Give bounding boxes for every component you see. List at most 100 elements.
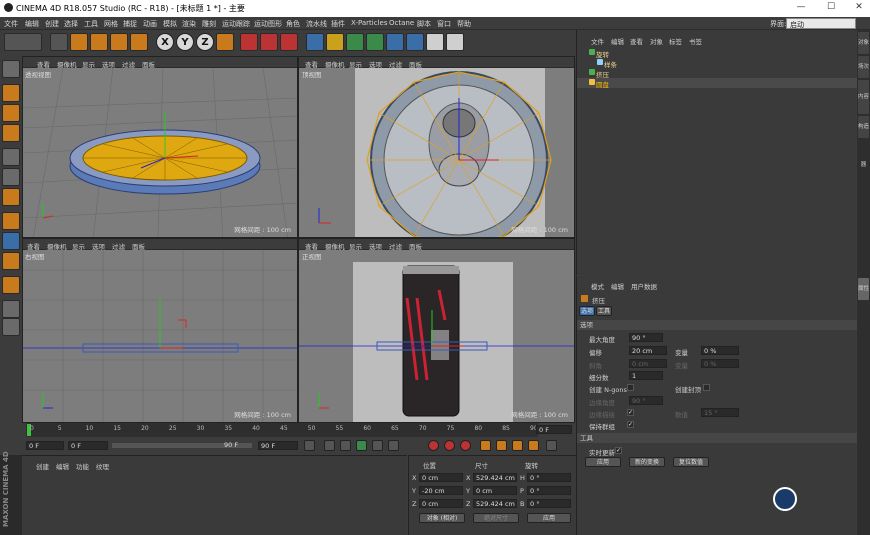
object-row[interactable]: 旋转 xyxy=(577,48,857,59)
tweak-mode-icon[interactable] xyxy=(2,232,20,250)
locked-workplane-icon[interactable] xyxy=(2,300,20,318)
keyframe-selection-icon[interactable] xyxy=(460,440,471,451)
om-menu-objects[interactable]: 对象 xyxy=(650,36,663,46)
om-menu-file[interactable]: 文件 xyxy=(591,36,604,46)
snap-icon[interactable] xyxy=(2,252,20,270)
x-axis-lock-icon[interactable]: X xyxy=(156,33,174,51)
viewport-right[interactable]: 查看 摄像机 显示 选项 过滤 面板 右视图 网格间距 : 100 cm xyxy=(22,238,298,423)
count-field[interactable]: 15 ° xyxy=(701,408,739,417)
play-icon[interactable] xyxy=(356,440,367,451)
model-mode-icon[interactable] xyxy=(2,84,20,102)
menu-tools[interactable]: 工具 xyxy=(84,19,98,29)
pos-z-field[interactable]: 0 cm xyxy=(419,499,463,508)
texture-mode-icon[interactable] xyxy=(2,104,20,122)
end-frame-field[interactable]: 90 F xyxy=(258,441,298,450)
rot-b-field[interactable]: 0 ° xyxy=(527,499,571,508)
bevel-field[interactable]: 0 cm xyxy=(629,359,667,368)
menu-edit[interactable]: 编辑 xyxy=(25,19,39,29)
new-transform-button[interactable]: 新的变换 xyxy=(629,457,665,467)
make-editable-icon[interactable] xyxy=(2,60,20,78)
keep-groups-checkbox[interactable]: ✓ xyxy=(627,421,634,428)
om-menu-tags[interactable]: 标签 xyxy=(669,36,682,46)
record-icon[interactable] xyxy=(428,440,439,451)
pos-y-field[interactable]: -20 cm xyxy=(419,486,463,495)
scale-tool-icon[interactable] xyxy=(90,33,108,51)
polygons-mode-icon[interactable] xyxy=(2,188,20,206)
apply-button[interactable]: 应用 xyxy=(585,457,621,467)
reset-values-button[interactable]: 复位数值 xyxy=(673,457,709,467)
key-param-icon[interactable] xyxy=(528,440,539,451)
workplane-mode-icon[interactable] xyxy=(2,124,20,142)
menu-plugins[interactable]: 插件 xyxy=(331,19,345,29)
points-mode-icon[interactable] xyxy=(2,148,20,166)
render-settings-icon[interactable] xyxy=(280,33,298,51)
edge-phong-checkbox[interactable]: ✓ xyxy=(627,409,634,416)
key-scale-icon[interactable] xyxy=(496,440,507,451)
minimize-button[interactable]: — xyxy=(794,2,808,14)
undo-button[interactable] xyxy=(4,33,42,51)
prev-key-icon[interactable] xyxy=(324,440,335,451)
menu-select[interactable]: 选择 xyxy=(64,19,78,29)
am-menu-userdata[interactable]: 用户数据 xyxy=(631,281,657,291)
viewport-front[interactable]: 查看 摄像机 显示 选项 过滤 面板 正视图 网格间距 : 100 cm xyxy=(298,238,575,423)
current-frame-field[interactable]: 0 F xyxy=(536,425,572,434)
workplane-icon[interactable] xyxy=(2,276,20,294)
planar-workplane-icon[interactable] xyxy=(2,318,20,336)
tab-options[interactable]: 选项 xyxy=(579,306,595,316)
y-axis-lock-icon[interactable]: Y xyxy=(176,33,194,51)
menu-animate[interactable]: 动画 xyxy=(143,19,157,29)
menu-mograph[interactable]: 运动图形 xyxy=(254,19,282,29)
size-mode-select[interactable]: 绝对尺寸 xyxy=(473,513,519,523)
goto-end-icon[interactable] xyxy=(388,440,399,451)
menu-snap[interactable]: 捕捉 xyxy=(123,19,137,29)
mat-menu-create[interactable]: 创建 xyxy=(36,461,49,471)
om-menu-bookmarks[interactable]: 书签 xyxy=(689,36,702,46)
subdivision-icon[interactable] xyxy=(346,33,364,51)
menu-help[interactable]: 帮助 xyxy=(457,19,471,29)
menu-render[interactable]: 渲染 xyxy=(182,19,196,29)
min-frame-field[interactable]: 0 F xyxy=(68,441,108,450)
deformer-icon[interactable] xyxy=(386,33,404,51)
next-frame-icon[interactable] xyxy=(372,440,383,451)
coord-system-icon[interactable] xyxy=(216,33,234,51)
om-menu-view[interactable]: 查看 xyxy=(630,36,643,46)
z-axis-lock-icon[interactable]: Z xyxy=(196,33,214,51)
tab-tool[interactable]: 工具 xyxy=(596,306,612,316)
start-frame-field[interactable]: 0 F xyxy=(26,441,64,450)
offset-field[interactable]: 20 cm xyxy=(629,346,667,355)
key-position-icon[interactable] xyxy=(480,440,491,451)
rotate-tool-icon[interactable] xyxy=(110,33,128,51)
menu-file[interactable]: 文件 xyxy=(4,19,18,29)
am-menu-edit[interactable]: 编辑 xyxy=(611,281,624,291)
prev-frame-icon[interactable] xyxy=(340,440,351,451)
goto-start-icon[interactable] xyxy=(304,440,315,451)
close-button[interactable]: ✕ xyxy=(852,2,866,14)
menu-motion-tracker[interactable]: 运动跟踪 xyxy=(222,19,250,29)
recent-tool-icon[interactable] xyxy=(130,33,148,51)
menu-sculpt[interactable]: 雕刻 xyxy=(202,19,216,29)
mat-menu-edit[interactable]: 编辑 xyxy=(56,461,69,471)
tab-objects[interactable]: 对象 xyxy=(858,32,869,54)
layout-select[interactable]: 启动 xyxy=(786,18,856,29)
auto-key-icon[interactable] xyxy=(444,440,455,451)
object-row[interactable]: 挤压 xyxy=(577,68,857,79)
viewport-perspective[interactable]: 查看 摄像机 显示 选项 过滤 面板 透视视图 网格间距 : 100 cm xyxy=(22,56,298,238)
menu-script[interactable]: 脚本 xyxy=(417,19,431,29)
array-generator-icon[interactable] xyxy=(366,33,384,51)
create-caps-checkbox[interactable] xyxy=(703,384,710,391)
key-rotation-icon[interactable] xyxy=(512,440,523,451)
timeline-menu-icon[interactable] xyxy=(546,440,557,451)
move-tool-icon[interactable] xyxy=(70,33,88,51)
am-menu-mode[interactable]: 模式 xyxy=(591,281,604,291)
pen-spline-icon[interactable] xyxy=(326,33,344,51)
rot-p-field[interactable]: 0 ° xyxy=(527,486,571,495)
cube-primitive-icon[interactable] xyxy=(306,33,324,51)
realtime-update-checkbox[interactable]: ✓ xyxy=(615,447,622,454)
max-angle-field[interactable]: 90 ° xyxy=(629,333,663,342)
mat-menu-function[interactable]: 功能 xyxy=(76,461,89,471)
maximize-button[interactable]: ☐ xyxy=(824,2,838,14)
menu-character[interactable]: 角色 xyxy=(286,19,300,29)
size-x-field[interactable]: 529.424 cm xyxy=(473,473,517,482)
object-row[interactable]: 样条 xyxy=(577,58,857,69)
menu-pipeline[interactable]: 流水线 xyxy=(306,19,327,29)
